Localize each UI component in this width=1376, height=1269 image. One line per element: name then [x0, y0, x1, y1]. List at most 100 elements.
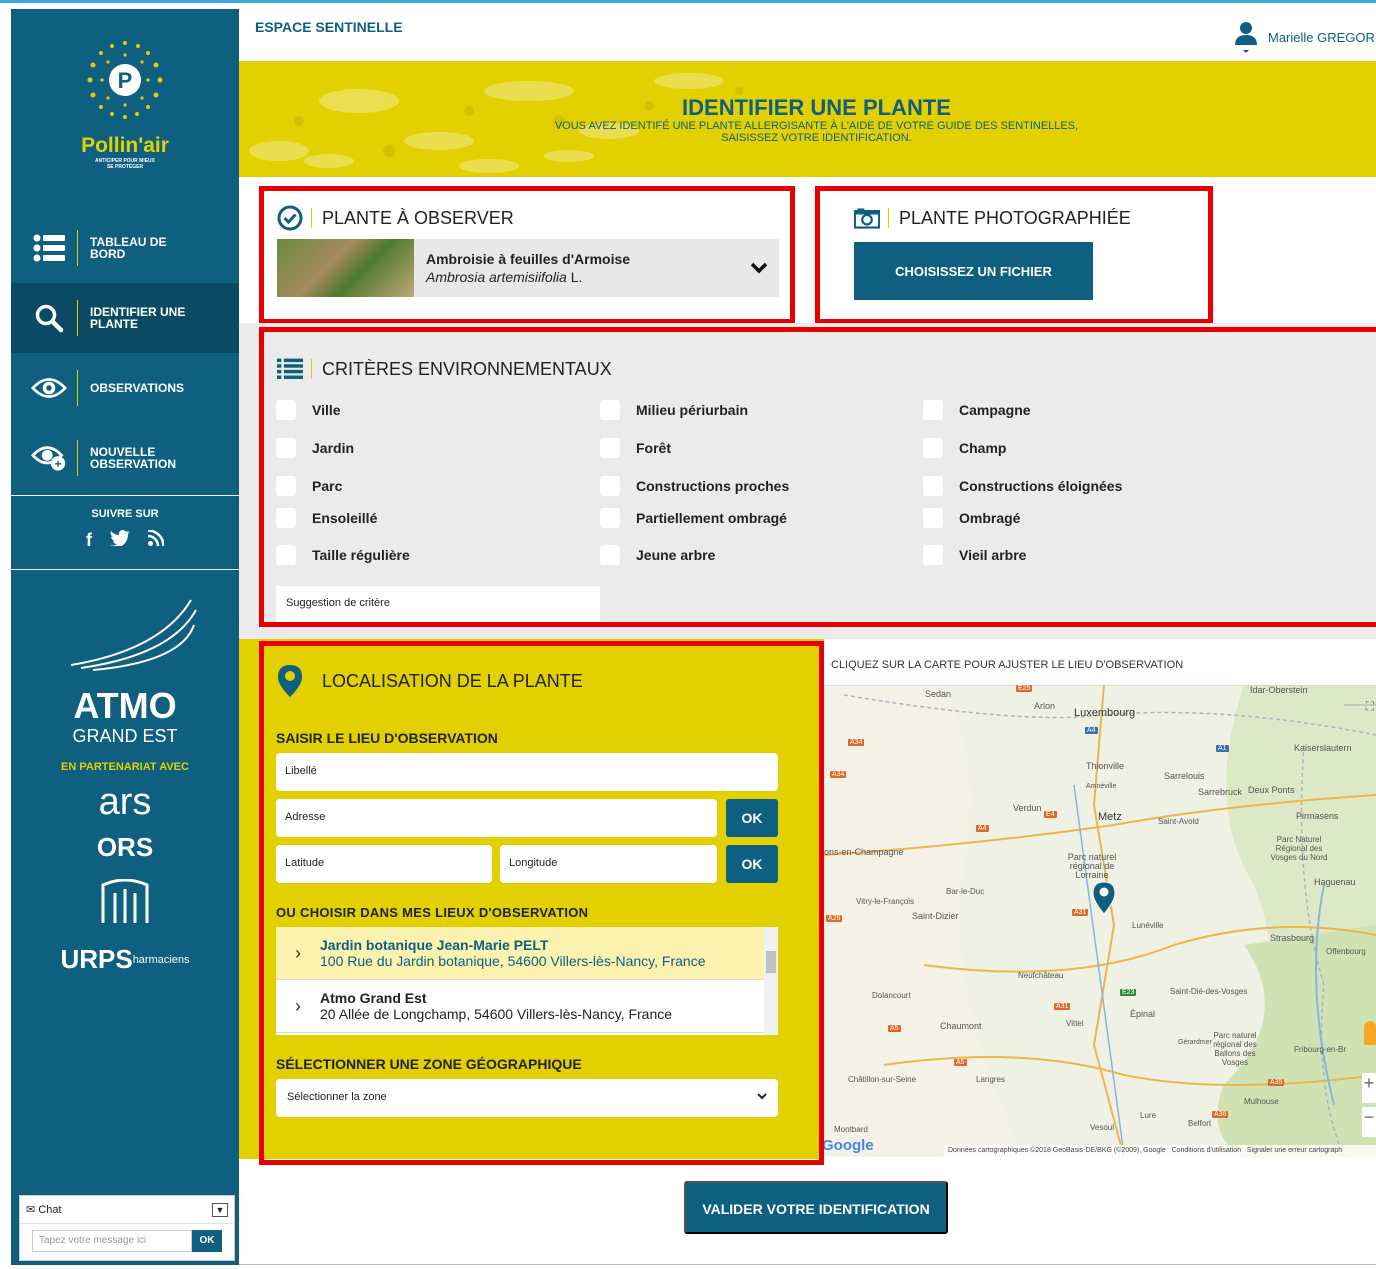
criterion-constructions-proches[interactable]: Constructions proches: [600, 476, 789, 496]
address-input[interactable]: Adresse: [276, 799, 717, 837]
criterion-taille-reguliere[interactable]: Taille régulière: [276, 545, 410, 565]
coords-ok-button[interactable]: OK: [726, 845, 778, 883]
chevron-right-icon: ›: [295, 995, 301, 1016]
map-pin-icon: [277, 665, 303, 697]
criterion-partiellement-ombrage[interactable]: Partiellement ombragé: [600, 508, 787, 528]
checkbox[interactable]: [923, 476, 943, 496]
checkbox[interactable]: [600, 438, 620, 458]
plant-select[interactable]: Ambroisie à feuilles d'Armoise Ambrosia …: [277, 239, 779, 297]
list-icon: [31, 230, 67, 266]
criterion-constructions-eloignees[interactable]: Constructions éloignées: [923, 476, 1122, 496]
criterion-jardin[interactable]: Jardin: [276, 438, 354, 458]
nav-observations[interactable]: OBSERVATIONS: [11, 353, 239, 423]
checkbox[interactable]: [923, 438, 943, 458]
criterion-parc[interactable]: Parc: [276, 476, 342, 496]
main-content: ESPACE SENTINELLE Marielle GREGOR IDENTI…: [239, 3, 1376, 1269]
pegman-icon[interactable]: [1364, 1021, 1376, 1045]
urps-logo-icon: URPS harmaciens: [60, 944, 190, 974]
chevron-right-icon: ›: [295, 942, 301, 963]
chevron-down-icon[interactable]: [739, 258, 779, 279]
criterion-campagne[interactable]: Campagne: [923, 400, 1031, 420]
space-title: ESPACE SENTINELLE: [255, 19, 403, 35]
checkbox[interactable]: [923, 508, 943, 528]
checkbox[interactable]: [276, 508, 296, 528]
eye-icon: [31, 370, 67, 406]
check-circle-icon: [277, 205, 303, 231]
road-label: A31: [1072, 909, 1089, 916]
validate-identification-button[interactable]: VALIDER VOTRE IDENTIFICATION: [684, 1181, 948, 1234]
checkbox[interactable]: [276, 476, 296, 496]
plant-author: L.: [570, 269, 583, 285]
checkbox[interactable]: [923, 400, 943, 420]
user-menu[interactable]: Marielle GREGOR: [1234, 21, 1375, 53]
chevron-down-icon: [757, 1091, 767, 1105]
facebook-icon[interactable]: f: [86, 530, 92, 551]
svg-text:ATMO: ATMO: [73, 685, 176, 726]
road-label: A26: [826, 915, 843, 922]
choose-file-button[interactable]: CHOISISSEZ UN FICHIER: [854, 242, 1093, 300]
twitter-icon[interactable]: [110, 530, 130, 551]
checkbox[interactable]: [600, 400, 620, 420]
road-label: A4: [1085, 727, 1098, 734]
location-panel: LOCALISATION DE LA PLANTE SAISIR LE LIEU…: [259, 641, 824, 1165]
university-logo-icon: [11, 878, 239, 932]
chat-message-input[interactable]: Tapez votre message ici: [32, 1230, 192, 1252]
brand-logo[interactable]: P Pollin'air ANTICIPER POUR MIEUX SE PRO…: [11, 9, 239, 185]
checkbox[interactable]: [600, 545, 620, 565]
nav-identify-line2: PLANTE: [90, 317, 138, 331]
road-label: A1: [1216, 745, 1229, 752]
checkbox[interactable]: [276, 545, 296, 565]
road-label: E4: [1044, 811, 1057, 818]
chat-send-button[interactable]: OK: [192, 1230, 222, 1252]
nav-separator: [77, 230, 78, 266]
checkbox[interactable]: [600, 508, 620, 528]
terms-link[interactable]: Conditions d'utilisation: [1172, 1147, 1241, 1154]
checkbox[interactable]: [276, 400, 296, 420]
road-label: A34: [848, 739, 865, 746]
map-marker-icon[interactable]: [1092, 881, 1116, 915]
criterion-champ[interactable]: Champ: [923, 438, 1006, 458]
criterion-ensoleille[interactable]: Ensoleillé: [276, 508, 377, 528]
list-scrollbar[interactable]: [764, 927, 778, 1035]
latitude-input[interactable]: Latitude: [276, 845, 492, 883]
zoom-out-button[interactable]: −: [1362, 1107, 1376, 1137]
photo-panel: PLANTE PHOTOGRAPHIÉE CHOISISSEZ UN FICHI…: [815, 186, 1213, 324]
road-label: A31: [1054, 1003, 1071, 1010]
nav-dashboard[interactable]: TABLEAU DE BORD: [11, 213, 239, 283]
criterion-suggestion-input[interactable]: Suggestion de critère: [276, 586, 600, 622]
rss-icon[interactable]: [147, 529, 165, 551]
road-label: A35: [1268, 1079, 1285, 1086]
report-error-link[interactable]: Signaler une erreur cartograph: [1247, 1147, 1342, 1154]
criterion-ombrage[interactable]: Ombragé: [923, 508, 1020, 528]
map-canvas[interactable]: Sedan Arlon Luxembourg Idar-Oberstein Ka…: [824, 685, 1376, 1157]
longitude-input[interactable]: Longitude: [500, 845, 717, 883]
nav-new-observation[interactable]: + NOUVELLE OBSERVATION: [11, 423, 239, 493]
criterion-ville[interactable]: Ville: [276, 400, 341, 420]
list-item[interactable]: › Atmo Grand Est 20 Allée de Longchamp, …: [276, 980, 778, 1033]
zone-label: SÉLECTIONNER UNE ZONE GÉOGRAPHIQUE: [276, 1056, 582, 1072]
page-banner: IDENTIFIER UNE PLANTE VOUS AVEZ IDENTIFÉ…: [239, 61, 1376, 177]
zone-select[interactable]: Sélectionner la zone: [276, 1079, 778, 1117]
criterion-milieu-periurbain[interactable]: Milieu périurbain: [600, 400, 748, 420]
page-title: IDENTIFIER UNE PLANTE: [682, 95, 951, 120]
plant-panel-title: PLANTE À OBSERVER: [322, 207, 514, 228]
checkbox[interactable]: [600, 476, 620, 496]
criterion-vieil-arbre[interactable]: Vieil arbre: [923, 545, 1026, 565]
checkbox[interactable]: [923, 545, 943, 565]
social-follow: SUIVRE SUR f: [11, 495, 239, 570]
criterion-jeune-arbre[interactable]: Jeune arbre: [600, 545, 715, 565]
nav-identify-plant[interactable]: IDENTIFIER UNE PLANTE: [11, 283, 239, 353]
road-label: A5: [954, 1059, 967, 1066]
label-input[interactable]: Libellé: [276, 753, 778, 791]
map-hint: CLIQUEZ SUR LA CARTE POUR AJUSTER LE LIE…: [831, 659, 1184, 671]
chat-toggle-button[interactable]: ▼: [212, 1202, 228, 1217]
photo-panel-title: PLANTE PHOTOGRAPHIÉE: [899, 207, 1131, 228]
zoom-in-button[interactable]: +: [1362, 1073, 1376, 1103]
list-item[interactable]: › Jardin botanique Jean-Marie PELT 100 R…: [276, 927, 778, 980]
nav-separator: [77, 440, 78, 476]
camera-icon: [854, 205, 880, 231]
checkbox[interactable]: [276, 438, 296, 458]
fullscreen-icon[interactable]: ⛶: [1366, 699, 1374, 714]
criterion-foret[interactable]: Forêt: [600, 438, 671, 458]
address-ok-button[interactable]: OK: [726, 799, 778, 837]
